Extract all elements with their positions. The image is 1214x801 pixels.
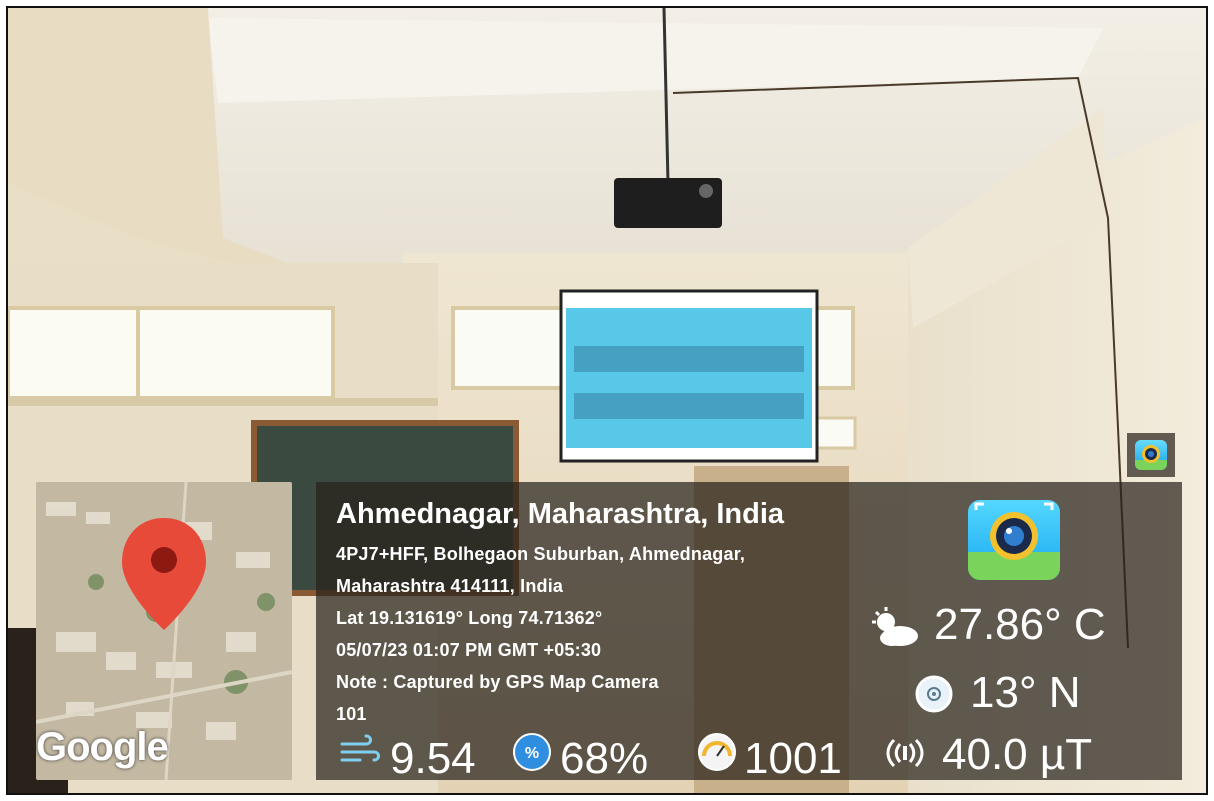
address-line-2: Maharashtra 414111, India: [336, 576, 564, 596]
gauge-icon: [698, 733, 736, 771]
svg-text:%: %: [525, 745, 539, 762]
coordinates: Lat 19.131619° Long 74.71362°: [336, 608, 603, 628]
temperature-value: 27.86° C: [934, 600, 1106, 649]
geotag-info-panel: Ahmednagar, Maharashtra, India 4PJ7+HFF,…: [316, 482, 1182, 783]
location-title: Ahmednagar, Maharashtra, India: [336, 498, 785, 530]
partly-cloudy-icon: [872, 607, 918, 646]
datetime: 05/07/23 01:07 PM GMT +05:30: [336, 640, 602, 660]
address-line-1: 4PJ7+HFF, Bolhegaon Suburban, Ahmednagar…: [336, 544, 746, 564]
app-badge[interactable]: [1127, 433, 1175, 477]
magnetic-field-icon: [886, 738, 924, 768]
location-map[interactable]: Google: [36, 482, 292, 780]
note-extra: 101: [336, 704, 367, 724]
humidity-value: 68%: [560, 734, 649, 783]
direction-value: 13° N: [970, 668, 1081, 717]
magnetic-value: 40.0 µT: [942, 730, 1093, 779]
gps-camera-app-icon: [968, 500, 1060, 580]
wind-icon: [340, 734, 380, 762]
google-logo: Google: [36, 725, 169, 769]
photo-frame: Google Ahmednagar, Maharashtra, India 4P…: [6, 6, 1208, 795]
wind-value: 9.54: [390, 734, 476, 783]
note: Note : Captured by GPS Map Camera: [336, 672, 659, 692]
humidity-icon: %: [513, 733, 551, 771]
compass-icon: [915, 675, 953, 713]
pressure-value: 1001: [744, 734, 842, 783]
gps-camera-mini-icon: [1135, 440, 1167, 470]
